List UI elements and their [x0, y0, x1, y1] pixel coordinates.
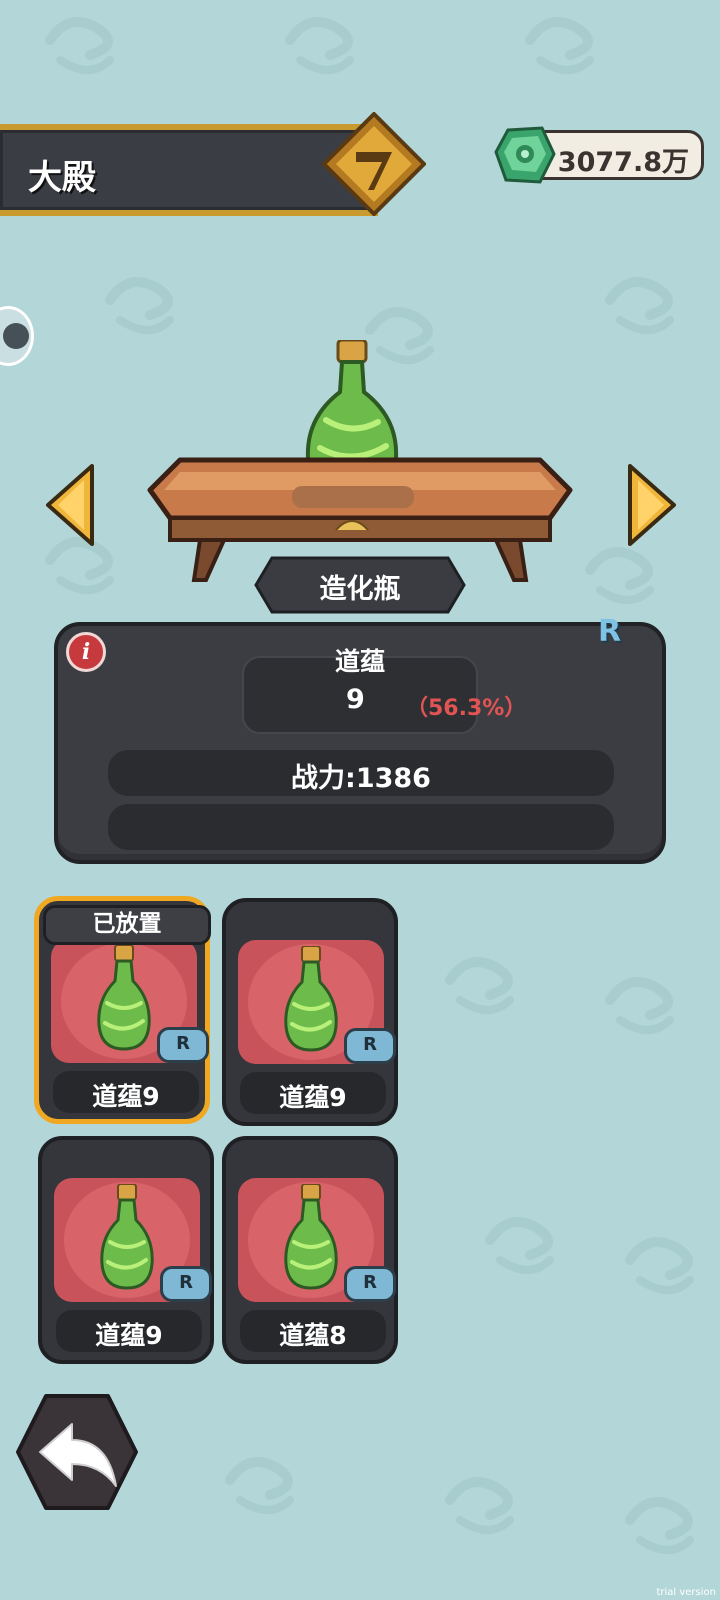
header-emblem-icon [322, 112, 426, 216]
empty-attribute-row [108, 804, 614, 850]
info-icon[interactable]: i [66, 632, 106, 672]
bottle-icon [284, 946, 338, 1052]
side-toggle-icon [3, 323, 29, 349]
bottle-icon [97, 945, 151, 1051]
stat-percent: （56.3%） [406, 696, 527, 721]
card-label: 道蕴8 [279, 1321, 347, 1350]
bottle-icon [284, 1184, 338, 1290]
inventory-card[interactable]: R 道蕴9 [222, 898, 398, 1126]
jade-gem-icon [494, 126, 556, 184]
side-menu-toggle[interactable] [0, 306, 34, 366]
inventory-card[interactable]: R 道蕴9 已放置 [34, 896, 211, 1124]
combat-power: 战力:1386 [291, 763, 431, 794]
watermark: trial version [656, 1587, 716, 1598]
previous-item-arrow[interactable] [44, 462, 96, 548]
card-label: 道蕴9 [279, 1083, 347, 1112]
inventory-card[interactable]: R 道蕴8 [222, 1136, 398, 1364]
card-rarity-badge: R [157, 1027, 209, 1063]
stat-label: 道蕴 [334, 647, 385, 676]
page-title: 大殿 [28, 158, 96, 198]
card-rarity-badge: R [344, 1028, 396, 1064]
back-button[interactable] [16, 1394, 138, 1510]
card-rarity-badge: R [160, 1266, 212, 1302]
placed-tag: 已放置 [43, 905, 211, 945]
next-item-arrow[interactable] [626, 462, 678, 548]
item-rarity-badge: R [598, 614, 622, 649]
currency-value: 3077.8万 [557, 147, 689, 178]
bottle-icon [100, 1184, 154, 1290]
item-name: 造化瓶 [319, 574, 401, 605]
card-label: 道蕴9 [95, 1321, 163, 1350]
inventory-card[interactable]: R 道蕴9 [38, 1136, 214, 1364]
card-label: 道蕴9 [92, 1082, 160, 1111]
card-rarity-badge: R [344, 1266, 396, 1302]
stat-level: 9 [346, 684, 365, 715]
